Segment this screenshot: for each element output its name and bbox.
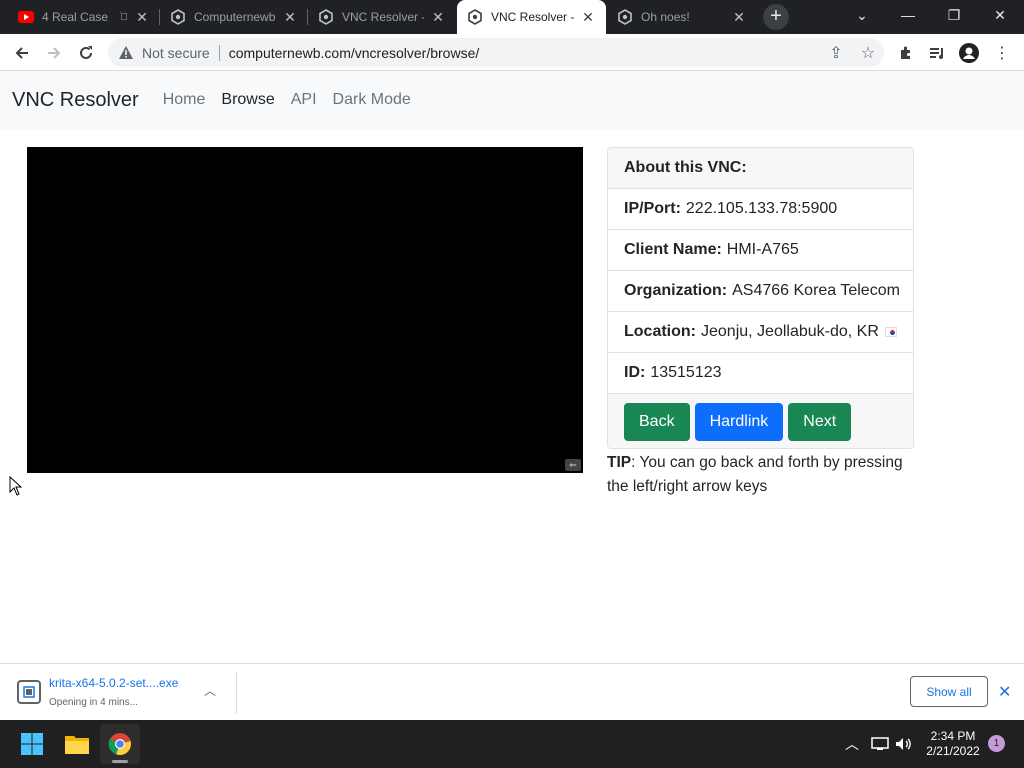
show-all-button[interactable]: Show all bbox=[910, 676, 988, 707]
vnc-screenshot: ⇐ bbox=[27, 147, 583, 473]
vnc-resolver-icon bbox=[467, 9, 483, 25]
forward-arrow-icon[interactable] bbox=[41, 40, 67, 66]
tab-search-icon[interactable]: ⌄ bbox=[839, 0, 885, 30]
browser-toolbar: Not secure computernewb.com/vncresolver/… bbox=[0, 34, 1024, 71]
profile-avatar-icon[interactable] bbox=[956, 40, 982, 66]
vnc-keyboard-icon: ⇐ bbox=[565, 459, 581, 471]
card-footer: Back Hardlink Next bbox=[608, 394, 913, 448]
volume-icon[interactable] bbox=[894, 734, 914, 754]
installer-file-icon[interactable] bbox=[17, 680, 41, 704]
new-tab-button[interactable]: + bbox=[763, 4, 789, 30]
clock-date: 2/21/2022 bbox=[926, 744, 980, 758]
tab-separator bbox=[307, 9, 308, 25]
field-label: ID: bbox=[624, 364, 646, 381]
minimize-icon[interactable]: — bbox=[885, 0, 931, 30]
bookmark-star-icon[interactable]: ☆ bbox=[852, 38, 884, 67]
info-row-id: ID: 13515123 bbox=[608, 353, 913, 394]
nav-api[interactable]: API bbox=[291, 91, 317, 109]
close-window-icon[interactable]: ✕ bbox=[977, 0, 1023, 30]
clock-time: 2:34 PM bbox=[930, 729, 976, 743]
nav-dark-mode[interactable]: Dark Mode bbox=[333, 91, 411, 109]
restore-icon[interactable]: ❐ bbox=[931, 0, 977, 30]
menu-kebab-icon[interactable]: ⋮ bbox=[989, 40, 1015, 66]
field-value: 222.105.133.78:5900 bbox=[685, 200, 838, 217]
field-label: IP/Port: bbox=[624, 200, 681, 217]
site-brand[interactable]: VNC Resolver bbox=[12, 89, 139, 112]
download-filename[interactable]: krita-x64-5.0.2-set....exe bbox=[49, 676, 178, 690]
file-explorer-icon[interactable] bbox=[57, 724, 97, 764]
field-value: Jeonju, Jeollabuk-do, KR bbox=[701, 323, 879, 340]
download-separator bbox=[236, 672, 237, 714]
close-tab-icon[interactable]: ✕ bbox=[134, 9, 150, 26]
tab-oh-noes[interactable]: Oh noes! ✕ bbox=[607, 0, 757, 34]
field-value: 13515123 bbox=[650, 364, 722, 381]
site-navbar: VNC Resolver Home Browse API Dark Mode bbox=[0, 71, 1024, 129]
tab-vnc-resolver-active[interactable]: VNC Resolver - ✕ bbox=[457, 0, 606, 34]
extensions-puzzle-icon[interactable] bbox=[893, 40, 919, 66]
nav-browse[interactable]: Browse bbox=[221, 91, 274, 109]
nav-home[interactable]: Home bbox=[163, 91, 206, 109]
info-row-client-name: Client Name: HMI-A765 bbox=[608, 230, 913, 271]
chevron-up-tray-icon[interactable]: ︿ bbox=[842, 734, 862, 754]
vnc-resolver-icon bbox=[170, 9, 186, 25]
field-label: Client Name: bbox=[624, 241, 722, 258]
tab-vnc-resolver[interactable]: VNC Resolver - ✕ bbox=[308, 0, 456, 34]
south-korea-flag-icon bbox=[884, 327, 897, 337]
close-tab-icon[interactable]: ✕ bbox=[430, 9, 446, 26]
download-status: Opening in 4 mins... bbox=[49, 697, 138, 708]
vnc-resolver-icon bbox=[617, 9, 633, 25]
field-label: Location: bbox=[624, 323, 696, 340]
url-text[interactable]: computernewb.com/vncresolver/browse/ bbox=[229, 45, 820, 61]
tip-label: TIP bbox=[607, 454, 632, 471]
chevron-up-icon[interactable]: ︿ bbox=[204, 682, 216, 699]
chrome-icon[interactable] bbox=[100, 724, 140, 764]
next-button[interactable]: Next bbox=[788, 402, 852, 441]
download-bar: krita-x64-5.0.2-set....exe Opening in 4 … bbox=[0, 663, 1024, 720]
warning-icon[interactable] bbox=[118, 45, 134, 61]
tab-title: 4 Real Case bbox=[42, 10, 109, 24]
tab-computernewb[interactable]: Computernewb ✕ bbox=[160, 0, 308, 34]
tab-title: VNC Resolver - bbox=[342, 10, 424, 24]
field-value: AS4766 Korea Telecom bbox=[732, 282, 900, 299]
card-title: About this VNC: bbox=[608, 148, 913, 189]
info-row-ip-port: IP/Port: 222.105.133.78:5900 bbox=[608, 189, 913, 230]
tip-text: TIP: You can go back and forth by pressi… bbox=[607, 451, 917, 499]
address-divider bbox=[218, 44, 220, 61]
tip-body: : You can go back and forth by pressing … bbox=[607, 454, 903, 495]
field-value: HMI-A765 bbox=[726, 241, 799, 258]
reading-list-icon[interactable] bbox=[924, 40, 950, 66]
tab-youtube[interactable]: 4 Real Case ◀ׄ ✕ bbox=[8, 0, 160, 34]
back-button[interactable]: Back bbox=[624, 402, 690, 441]
network-icon[interactable] bbox=[870, 734, 890, 754]
browser-tab-strip: 4 Real Case ◀ׄ ✕ Computernewb ✕ VNC Reso… bbox=[0, 0, 1024, 34]
tab-title: VNC Resolver - bbox=[491, 10, 574, 24]
vnc-info-card: About this VNC: IP/Port: 222.105.133.78:… bbox=[607, 147, 914, 449]
active-app-indicator bbox=[112, 760, 128, 763]
address-bar[interactable]: Not secure computernewb.com/vncresolver/… bbox=[108, 38, 884, 67]
tab-title: Oh noes! bbox=[641, 10, 690, 24]
field-label: Organization: bbox=[624, 282, 728, 299]
reload-icon[interactable] bbox=[73, 40, 99, 66]
tab-title: Computernewb bbox=[194, 10, 276, 24]
mouse-cursor-icon bbox=[9, 476, 23, 496]
close-icon[interactable]: ✕ bbox=[998, 682, 1011, 702]
share-icon[interactable]: ⇪ bbox=[820, 38, 852, 67]
notification-badge[interactable]: 1 bbox=[988, 735, 1005, 752]
windows-start-icon[interactable] bbox=[12, 724, 52, 764]
security-label[interactable]: Not secure bbox=[142, 45, 210, 61]
tab-separator bbox=[159, 9, 160, 25]
close-tab-icon[interactable]: ✕ bbox=[282, 9, 298, 26]
hardlink-button[interactable]: Hardlink bbox=[694, 402, 784, 441]
system-clock[interactable]: 2:34 PM 2/21/2022 bbox=[918, 729, 988, 759]
info-row-organization: Organization: AS4766 Korea Telecom bbox=[608, 271, 913, 312]
back-arrow-icon[interactable] bbox=[9, 40, 35, 66]
close-tab-icon[interactable]: ✕ bbox=[580, 9, 596, 26]
close-tab-icon[interactable]: ✕ bbox=[731, 9, 747, 26]
speaker-icon[interactable]: ◀ׄ bbox=[121, 12, 129, 23]
web-page: VNC Resolver Home Browse API Dark Mode ⇐… bbox=[0, 71, 1024, 663]
vnc-resolver-icon bbox=[318, 9, 334, 25]
youtube-icon bbox=[18, 9, 34, 25]
windows-taskbar: ︿ 2:34 PM 2/21/2022 1 bbox=[0, 720, 1024, 768]
info-row-location: Location: Jeonju, Jeollabuk-do, KR bbox=[608, 312, 913, 353]
